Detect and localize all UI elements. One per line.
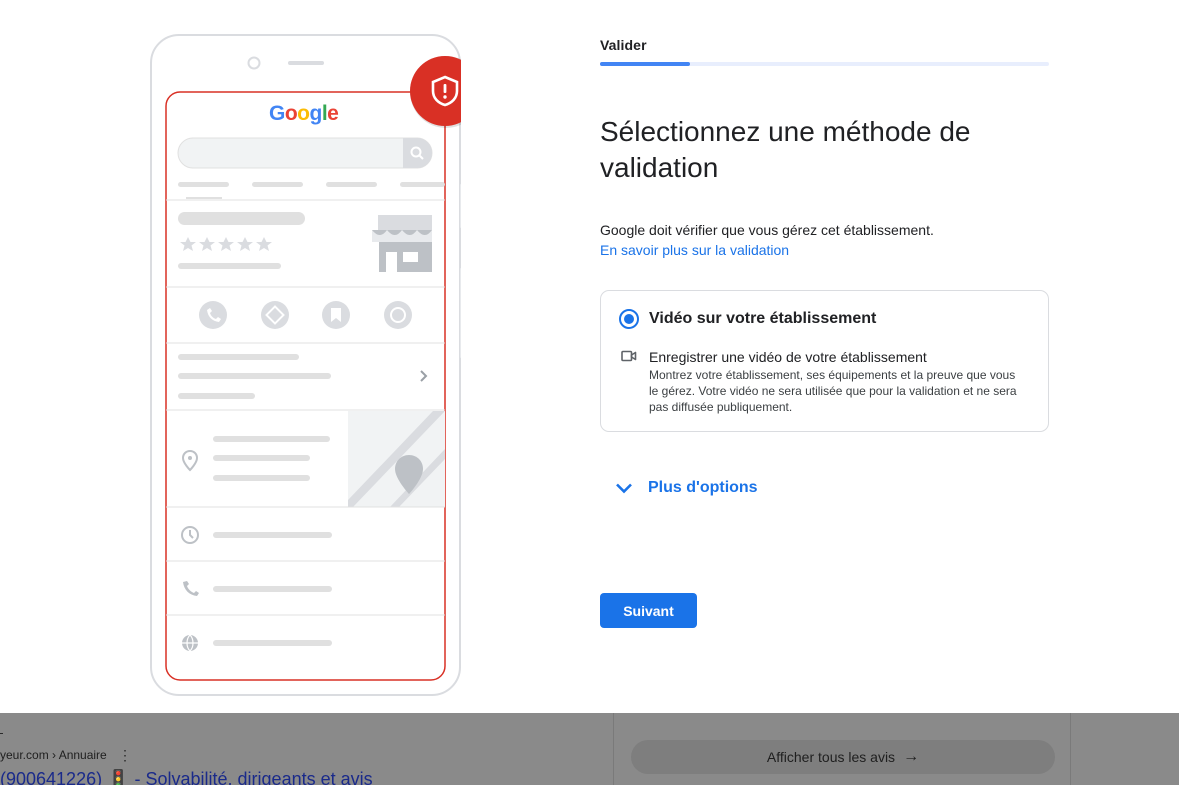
- background-result-title: (900641226) 🚦 - Solvabilité, dirigeants …: [0, 769, 373, 785]
- google-logo-text: Google: [269, 102, 339, 125]
- background-divider: [0, 733, 3, 734]
- more-options-label: Plus d'options: [648, 479, 758, 496]
- video-camera-icon: [621, 349, 637, 363]
- progress-bar: [600, 62, 1049, 66]
- step-label: Valider: [600, 37, 647, 53]
- more-options-button[interactable]: Plus d'options: [608, 474, 758, 502]
- more-vert-icon: ⋮: [118, 747, 132, 763]
- option-radio[interactable]: [619, 309, 639, 329]
- verification-option-video[interactable]: Vidéo sur votre établissement Enregistre…: [600, 290, 1049, 432]
- background-search-page: yeur.com › Annuaire ⋮ (900641226) 🚦 - So…: [0, 713, 1179, 785]
- intro-text: Google doit vérifier que vous gérez cet …: [600, 222, 934, 238]
- phone-illustration: Google: [150, 34, 461, 696]
- chevron-down-icon: [608, 474, 640, 502]
- background-results-column: yeur.com › Annuaire ⋮ (900641226) 🚦 - So…: [0, 713, 614, 785]
- page-title: Sélectionnez une méthode de validation: [600, 116, 971, 183]
- next-button[interactable]: Suivant: [600, 593, 697, 628]
- background-knowledge-panel: Afficher tous les avis →: [615, 713, 1071, 785]
- screen: yeur.com › Annuaire ⋮ (900641226) 🚦 - So…: [0, 0, 1179, 785]
- arrow-right-icon: →: [903, 748, 920, 765]
- option-description: Montrez votre établissement, ses équipem…: [649, 368, 1017, 414]
- background-breadcrumb: yeur.com › Annuaire: [0, 748, 107, 762]
- verification-dialog: Google Valider Sélectionnez une méthode …: [0, 0, 1179, 713]
- option-title: Vidéo sur votre établissement: [649, 310, 877, 327]
- shield-alert-icon: [430, 75, 460, 107]
- background-reviews-label: Afficher tous les avis: [766, 749, 896, 765]
- radio-selected-dot: [624, 314, 634, 324]
- background-reviews-button: Afficher tous les avis →: [631, 740, 1055, 774]
- progress-bar-fill: [600, 62, 690, 66]
- google-logo: Google: [269, 102, 339, 126]
- learn-more-link[interactable]: En savoir plus sur la validation: [600, 240, 789, 260]
- option-subtitle: Enregistrer une vidéo de votre établisse…: [649, 349, 927, 365]
